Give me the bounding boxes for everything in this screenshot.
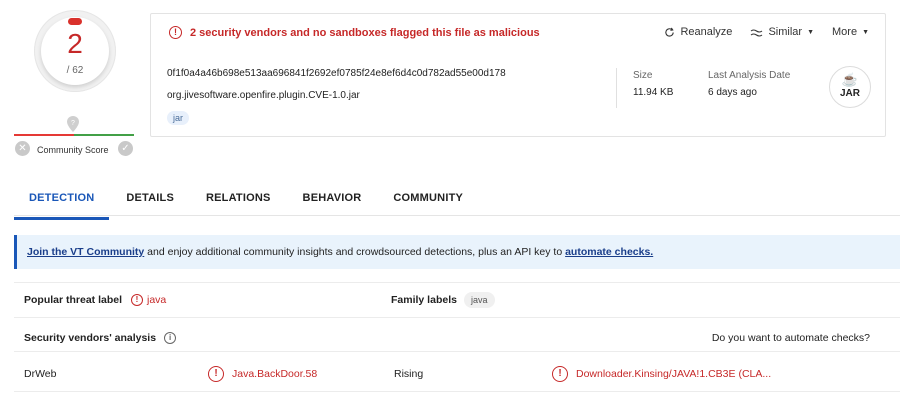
vendor-result-2: ! Downloader.Kinsing/JAVA!1.CB3E (CLA... [552, 366, 771, 382]
java-cup-icon: ☕ [841, 72, 859, 87]
similar-label: Similar [768, 26, 803, 38]
automate-checks-prompt[interactable]: Do you want to automate checks? [712, 332, 870, 344]
vendor-result-text-2: Downloader.Kinsing/JAVA!1.CB3E (CLA... [576, 368, 772, 380]
info-icon[interactable]: i [164, 332, 177, 344]
similar-button[interactable]: Similar ▼ [750, 26, 814, 38]
vendor-result: ! Java.BackDoor.58 [208, 366, 317, 382]
family-labels-label: Family labels [391, 294, 457, 306]
meta-divider [616, 68, 617, 108]
file-type-label: JAR [839, 88, 860, 99]
popular-threat-label: Popular threat label [24, 294, 123, 306]
alert-icon: ! [169, 26, 182, 39]
alert-text: 2 security vendors and no sandboxes flag… [190, 26, 540, 39]
more-button[interactable]: More ▼ [832, 26, 869, 38]
alert-icon: ! [208, 366, 224, 382]
vote-malicious-icon[interactable]: ✕ [15, 141, 30, 156]
alert-icon: ! [131, 294, 143, 306]
alert-icon: ! [552, 366, 568, 382]
malicious-alert: ! 2 security vendors and no sandboxes fl… [169, 26, 540, 39]
last-analysis-label: Last Analysis Date [708, 70, 791, 81]
community-score-label: Community Score [37, 145, 109, 155]
score-indicator [68, 18, 82, 25]
file-type-badge: ☕ JAR [829, 66, 871, 108]
detection-total: / 62 [66, 65, 84, 76]
community-banner: Join the VT Community and enjoy addition… [14, 235, 900, 269]
tabs-divider [14, 215, 900, 216]
file-name: org.jivesoftware.openfire.plugin.CVE-1.0… [167, 90, 360, 101]
chevron-down-icon: ▼ [862, 28, 869, 36]
size-label: Size [633, 70, 653, 81]
similar-icon [751, 28, 763, 37]
refresh-icon [665, 27, 675, 37]
more-label: More [832, 26, 858, 38]
svg-text:?: ? [71, 120, 75, 127]
chevron-down-icon: ▼ [807, 28, 814, 36]
detection-score-widget: 2 / 62 [34, 10, 116, 92]
size-value: 11.94 KB [633, 87, 674, 98]
vendors-analysis-title: Security vendors' analysis i [24, 332, 177, 344]
community-marker-icon: ? [67, 116, 79, 132]
banner-text: and enjoy additional community insights … [144, 246, 566, 258]
file-tag[interactable]: jar [167, 111, 190, 125]
popular-threat-value: ! java [131, 294, 166, 306]
vote-harmless-icon[interactable]: ✓ [118, 141, 133, 156]
vendor-result-text: Java.BackDoor.58 [232, 368, 318, 380]
detection-count: 2 [67, 28, 83, 59]
community-score-bar [14, 134, 134, 136]
last-analysis: Last Analysis Date 6 days ago [708, 70, 790, 98]
reanalyze-label: Reanalyze [680, 26, 733, 38]
vendor-name: DrWeb [24, 368, 57, 380]
automate-checks-link[interactable]: automate checks. [565, 246, 653, 258]
file-hash[interactable]: 0f1f0a4a46b698e513aa696841f2692ef0785f24… [167, 68, 506, 79]
reanalyze-button[interactable]: Reanalyze [664, 26, 732, 38]
file-summary-card: ! 2 security vendors and no sandboxes fl… [150, 13, 886, 137]
threat-labels-row: Popular threat label ! java Family label… [14, 282, 900, 318]
join-community-link[interactable]: Join the VT Community [27, 246, 144, 258]
last-analysis-value: 6 days ago [708, 87, 757, 98]
file-actions: Reanalyze Similar ▼ More ▼ [664, 26, 869, 38]
vendors-analysis-header: Security vendors' analysis i Do you want… [14, 324, 900, 352]
vendors-analysis-text: Security vendors' analysis [24, 332, 157, 344]
popular-threat-text: java [147, 294, 167, 306]
file-size: Size 11.94 KB [633, 70, 673, 98]
vendor-name-2: Rising [394, 368, 424, 380]
family-label-chip[interactable]: java [464, 292, 495, 308]
table-row: DrWeb ! Java.BackDoor.58 Rising ! Downlo… [14, 358, 900, 392]
